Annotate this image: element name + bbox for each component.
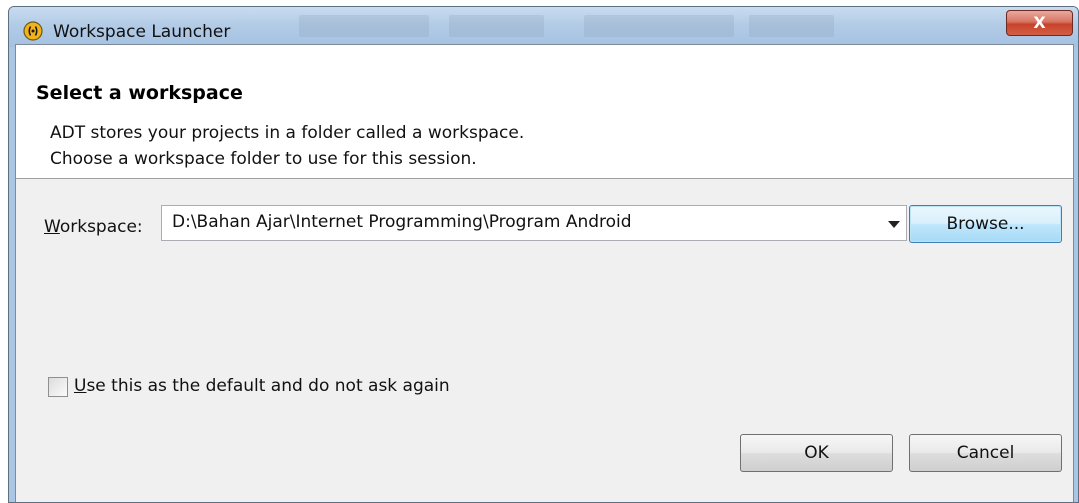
background-blur xyxy=(584,15,734,37)
workspace-path-value[interactable]: D:\Bahan Ajar\Internet Programming\Progr… xyxy=(172,212,632,232)
close-icon: X xyxy=(1033,13,1046,32)
background-blur xyxy=(449,15,544,37)
default-checkbox-text: se this as the default and do not ask ag… xyxy=(86,376,450,396)
eclipse-app-icon xyxy=(23,21,43,41)
browse-button[interactable]: Browse... xyxy=(909,205,1062,243)
banner-description-line1: ADT stores your projects in a folder cal… xyxy=(50,123,525,143)
workspace-label-mnemonic: W xyxy=(44,217,60,237)
title-bar[interactable]: Workspace Launcher X xyxy=(9,7,1078,47)
default-checkbox[interactable] xyxy=(48,377,68,397)
workspace-launcher-window: Workspace Launcher X Select a workspace … xyxy=(8,6,1079,503)
close-button[interactable]: X xyxy=(1006,10,1073,36)
banner-title: Select a workspace xyxy=(36,82,243,104)
default-checkbox-mnemonic: U xyxy=(74,376,87,396)
banner-description-line2: Choose a workspace folder to use for thi… xyxy=(50,149,477,169)
ok-button[interactable]: OK xyxy=(740,434,893,472)
background-blur xyxy=(749,15,834,37)
workspace-combo[interactable]: D:\Bahan Ajar\Internet Programming\Progr… xyxy=(161,205,907,241)
workspace-label-text: orkspace: xyxy=(59,217,143,237)
background-blur xyxy=(299,15,429,37)
dialog-content: Select a workspace ADT stores your proje… xyxy=(15,44,1074,502)
window-title: Workspace Launcher xyxy=(53,22,231,42)
dropdown-arrow-icon[interactable] xyxy=(888,221,900,228)
cancel-button[interactable]: Cancel xyxy=(909,434,1062,472)
header-banner: Select a workspace ADT stores your proje… xyxy=(16,45,1073,179)
workspace-label: Workspace: xyxy=(44,217,143,237)
default-checkbox-label[interactable]: Use this as the default and do not ask a… xyxy=(74,376,450,396)
